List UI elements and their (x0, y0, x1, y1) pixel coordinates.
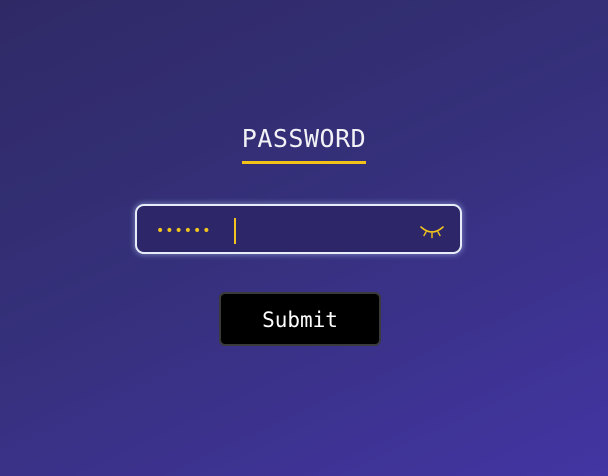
title-container: PASSWORD (0, 124, 608, 164)
eye-closed-icon[interactable] (419, 222, 445, 240)
password-masked-value: •••••• (156, 223, 212, 239)
password-input[interactable]: •••••• (135, 204, 462, 254)
page-title: PASSWORD (241, 124, 367, 164)
submit-button[interactable]: Submit (219, 292, 381, 346)
text-caret (234, 218, 236, 244)
